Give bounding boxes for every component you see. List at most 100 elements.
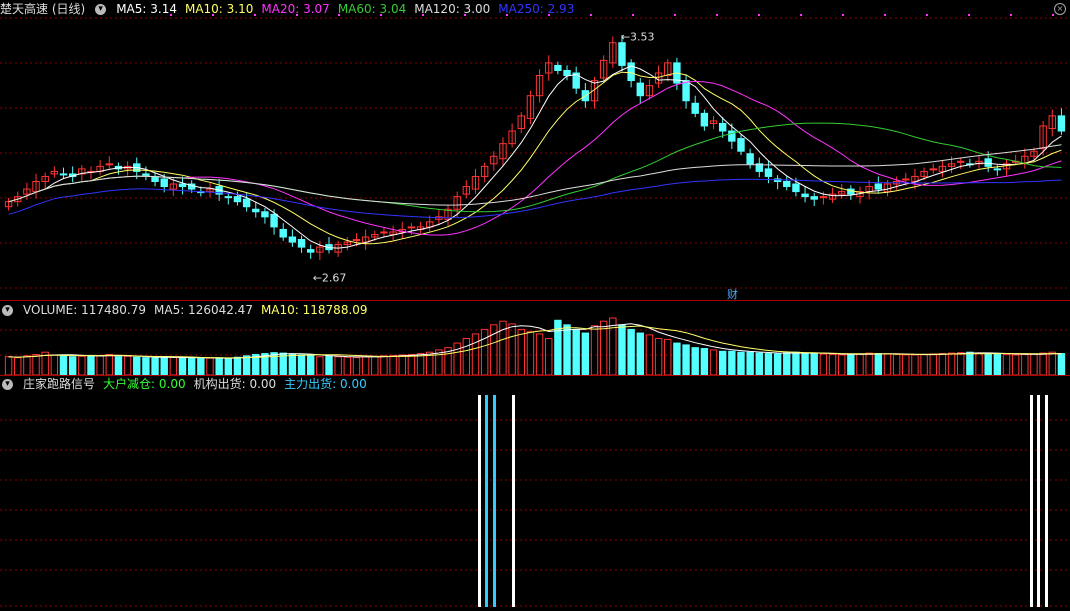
- volume-bar: [920, 353, 928, 376]
- candle-body: [563, 69, 571, 77]
- candle-body: [636, 82, 644, 97]
- volume-bar: [975, 352, 983, 376]
- volume-bar: [96, 355, 104, 376]
- candle-body: [819, 196, 828, 199]
- volume-bar: [1021, 353, 1029, 376]
- volume-bar: [105, 353, 113, 376]
- candle-body: [682, 80, 690, 102]
- volume-bar: [288, 353, 297, 376]
- signal-legend-bar: ▾ 庄家跑路信号 大户减仓: 0.00 机构出货: 0.00 主力出货: 0.00: [0, 376, 367, 392]
- volume-bar: [380, 355, 388, 376]
- chevron-down-icon[interactable]: ▾: [2, 378, 13, 390]
- volume-bar: [746, 351, 754, 376]
- volume-bar: [755, 352, 764, 376]
- signal-title: 庄家跑路信号: [23, 377, 96, 391]
- volume-bar: [14, 357, 22, 376]
- candle-body: [783, 180, 791, 188]
- candle-body: [279, 228, 287, 238]
- volume-bar: [947, 352, 956, 376]
- volume-bar: [664, 338, 672, 376]
- candle-body: [160, 178, 168, 188]
- marker-dot: [548, 14, 550, 16]
- volume-bar: [50, 354, 59, 376]
- marker-dot: [674, 14, 676, 16]
- candle-body: [718, 122, 727, 132]
- candle-body: [737, 138, 745, 152]
- ma120-line: [8, 144, 1062, 206]
- vol-ma10-line: [8, 325, 1062, 359]
- marker-dot: [800, 14, 802, 16]
- volume-bar: [636, 332, 644, 376]
- volume-bar: [810, 353, 818, 376]
- candle-body: [1057, 115, 1066, 132]
- volume-bar: [957, 352, 965, 376]
- volume-bar: [416, 353, 425, 376]
- candle-body: [984, 158, 992, 167]
- volume-legend-bar: ▾ VOLUME: 117480.79 MA5: 126042.47 MA10: 1…: [0, 302, 368, 318]
- volume-bar: [545, 338, 553, 376]
- high-price-label: ←3.53: [621, 31, 655, 44]
- candle-body: [618, 42, 626, 66]
- ma20-line: [8, 80, 1062, 236]
- marker-dot: [926, 14, 928, 16]
- volume-bar: [966, 351, 974, 376]
- candle-body: [764, 168, 773, 177]
- volume-bar: [78, 355, 86, 376]
- volume-bar: [151, 357, 159, 376]
- volume-bar: [407, 353, 416, 376]
- volume-bar: [590, 325, 599, 376]
- volume-bar: [709, 349, 718, 376]
- volume-bar: [160, 356, 168, 376]
- volume-bar: [837, 354, 846, 376]
- legend-vol: VOLUME: 117480.79: [23, 303, 146, 317]
- candle-body: [288, 236, 297, 243]
- volume-bar: [480, 328, 489, 376]
- volume-bar: [59, 355, 68, 376]
- legend-big_reduce: 大户减仓: 0.00: [103, 377, 186, 391]
- volume-bar: [114, 356, 123, 376]
- low-price-label: ←2.67: [313, 272, 347, 285]
- marker-dot: [842, 14, 844, 16]
- signal-bar: [1045, 395, 1048, 607]
- marker-dot: [632, 14, 634, 16]
- candle-body: [306, 249, 315, 253]
- volume-bar: [773, 353, 782, 376]
- candle-body: [792, 183, 800, 193]
- candle-body: [261, 211, 269, 218]
- marker-dot: [422, 14, 424, 16]
- volume-bar: [389, 354, 397, 376]
- volume-bar: [68, 356, 77, 376]
- volume-bar: [902, 354, 910, 376]
- candle-body: [407, 226, 416, 229]
- volume-bar: [618, 324, 626, 376]
- candle-body: [224, 196, 233, 199]
- volume-bar: [847, 353, 855, 376]
- volume-bar: [801, 352, 809, 376]
- volume-bar: [984, 353, 992, 376]
- vol-ma5-line: [8, 323, 1062, 359]
- volume-bar: [471, 333, 480, 376]
- marker-dot: [716, 14, 718, 16]
- volume-bar: [187, 357, 196, 376]
- candle-body: [105, 163, 113, 166]
- volume-bar: [609, 317, 617, 376]
- volume-bar: [169, 356, 178, 376]
- signal-legends: 大户减仓: 0.00 机构出货: 0.00 主力出货: 0.00: [103, 376, 367, 392]
- candle-body: [929, 168, 937, 171]
- volume-bar: [297, 354, 306, 376]
- candle-body: [874, 183, 883, 190]
- marker-dot: [170, 14, 172, 16]
- volume-bar: [682, 344, 690, 376]
- volume-bar: [4, 356, 13, 376]
- volume-bar: [718, 350, 727, 376]
- marker-dot: [380, 14, 382, 16]
- chevron-down-icon[interactable]: ▾: [2, 304, 13, 316]
- volume-bar: [883, 353, 892, 376]
- volume-bar: [215, 357, 223, 376]
- marker-dot: [338, 14, 340, 16]
- volume-bar: [691, 347, 699, 376]
- volume-bar: [938, 353, 947, 376]
- ma10-line: [8, 71, 1062, 245]
- candle-body: [178, 183, 187, 188]
- volume-bar: [123, 355, 132, 376]
